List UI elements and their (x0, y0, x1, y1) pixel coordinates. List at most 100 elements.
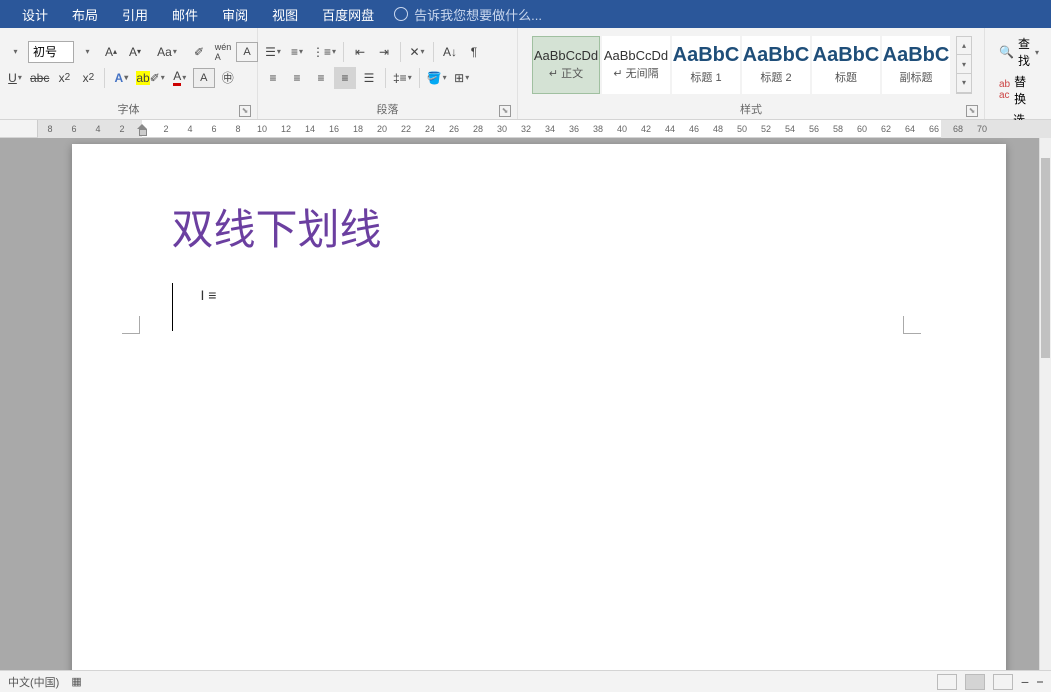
ibeam-icon: I ≡ (201, 287, 217, 303)
ruler-tick: 62 (881, 124, 891, 134)
distribute-button[interactable]: ☰ (358, 67, 380, 89)
crop-mark-tl (122, 316, 140, 334)
tab-selector[interactable] (0, 120, 38, 137)
style-heading1[interactable]: AaBbC标题 1 (672, 36, 740, 94)
ruler-body: 2468101214161820222426283032343638404244… (142, 120, 941, 137)
style-title[interactable]: AaBbC标题 (812, 36, 880, 94)
web-layout-button[interactable] (993, 674, 1013, 690)
tell-me-search[interactable]: 告诉我您想要做什么... (394, 5, 542, 24)
ruler-tick: 2 (163, 124, 168, 134)
ruler-tick: 46 (689, 124, 699, 134)
ruler-tick: 66 (929, 124, 939, 134)
menu-review[interactable]: 审阅 (210, 0, 260, 28)
replace-button[interactable]: abac替换 (997, 72, 1039, 108)
read-mode-button[interactable] (937, 674, 957, 690)
style-heading2[interactable]: AaBbC标题 2 (742, 36, 810, 94)
menu-view[interactable]: 视图 (260, 0, 310, 28)
styles-scroll-up[interactable]: ▴ (957, 37, 971, 56)
ruler-tick: 2 (119, 124, 124, 134)
page[interactable]: 双线下划线 I ≡ (72, 144, 1006, 670)
shading-button[interactable]: 🪣▾ (425, 67, 449, 89)
separator (343, 42, 344, 62)
paragraph-group: ☰▾ ≡▾ ⋮≡▾ ⇤ ⇥ ✕▾ A↓ ¶ ≡ ≡ ≡ ≡ ☰ ‡≡▾ (258, 28, 518, 119)
print-layout-button[interactable] (965, 674, 985, 690)
font-color-button[interactable]: A▾ (169, 67, 191, 89)
zoom-out-button[interactable]: − (1021, 674, 1029, 690)
align-center-button[interactable]: ≡ (286, 67, 308, 89)
font-family-dropdown[interactable]: ▾ (4, 41, 26, 63)
numbering-button[interactable]: ≡▾ (286, 41, 308, 63)
language-status[interactable]: 中文(中国) (8, 674, 59, 690)
font-size-combo[interactable] (28, 41, 74, 63)
macro-icon[interactable]: ▦ (71, 675, 81, 688)
styles-scroll-down[interactable]: ▾ (957, 55, 971, 74)
find-button[interactable]: 🔍查找▾ (997, 34, 1039, 70)
ruler-tick: 48 (713, 124, 723, 134)
editing-group: 🔍查找▾ abac替换 ↖选择▾ 编辑 (985, 28, 1051, 119)
ruler-tick: 6 (211, 124, 216, 134)
menu-layout[interactable]: 布局 (60, 0, 110, 28)
font-dialog-launcher[interactable]: ⬊ (239, 105, 251, 117)
paragraph-group-label: 段落⬊ (262, 99, 513, 119)
ruler-tick: 16 (329, 124, 339, 134)
strikethrough-button[interactable]: abc (28, 67, 51, 89)
menu-references[interactable]: 引用 (110, 0, 160, 28)
underline-button[interactable]: U▾ (4, 67, 26, 89)
zoom-slider[interactable] (1037, 681, 1043, 683)
horizontal-ruler[interactable]: 8 6 4 2 24681012141618202224262830323436… (0, 120, 1051, 138)
style-no-spacing[interactable]: AaBbCcDd↵ 无间隔 (602, 36, 670, 94)
text-effects-button[interactable]: A▾ (110, 67, 132, 89)
subscript-button[interactable]: x2 (53, 67, 75, 89)
document-text[interactable]: 双线下划线 (172, 204, 906, 259)
statusbar: 中文(中国) ▦ − (0, 670, 1051, 692)
character-border-button[interactable]: A (236, 42, 258, 62)
clear-formatting-button[interactable]: ✐ (188, 41, 210, 63)
style-subtitle[interactable]: AaBbC副标题 (882, 36, 950, 94)
menu-mailings[interactable]: 邮件 (160, 0, 210, 28)
document-area: 双线下划线 I ≡ (0, 138, 1051, 670)
ruler-tick: 60 (857, 124, 867, 134)
highlight-button[interactable]: ab✐▾ (134, 67, 166, 89)
align-justify-button[interactable]: ≡ (334, 67, 356, 89)
search-icon: 🔍 (999, 45, 1014, 59)
borders-button[interactable]: ⊞▾ (451, 67, 473, 89)
change-case-button[interactable]: Aa▾ (156, 41, 178, 63)
show-marks-button[interactable]: ¶ (463, 41, 485, 63)
phonetic-guide-button[interactable]: wénA (212, 41, 234, 63)
character-shading-button[interactable]: A (193, 68, 215, 88)
ruler-tick: 4 (187, 124, 192, 134)
align-right-button[interactable]: ≡ (310, 67, 332, 89)
ruler-tick: 42 (641, 124, 651, 134)
multilevel-list-button[interactable]: ⋮≡▾ (310, 41, 338, 63)
grow-font-button[interactable]: A▴ (100, 41, 122, 63)
paragraph-dialog-launcher[interactable]: ⬊ (499, 105, 511, 117)
increase-indent-button[interactable]: ⇥ (373, 41, 395, 63)
separator (433, 42, 434, 62)
ruler-tick: 50 (737, 124, 747, 134)
ruler-tick: 22 (401, 124, 411, 134)
menu-design[interactable]: 设计 (10, 0, 60, 28)
ruler-left-margin: 8 6 4 2 (38, 120, 142, 138)
indent-marker[interactable] (137, 124, 147, 134)
enclose-characters-button[interactable]: ㊥ (217, 67, 239, 89)
asian-layout-button[interactable]: ✕▾ (406, 41, 428, 63)
menubar: 设计 布局 引用 邮件 审阅 视图 百度网盘 告诉我您想要做什么... (0, 0, 1051, 28)
decrease-indent-button[interactable]: ⇤ (349, 41, 371, 63)
ruler-tick: 14 (305, 124, 315, 134)
superscript-button[interactable]: x2 (77, 67, 99, 89)
align-left-button[interactable]: ≡ (262, 67, 284, 89)
separator (400, 42, 401, 62)
styles-group-label: 样式⬊ (522, 99, 980, 119)
font-size-dd[interactable]: ▾ (76, 41, 98, 63)
bullets-button[interactable]: ☰▾ (262, 41, 284, 63)
scrollbar-thumb[interactable] (1041, 158, 1050, 358)
line-spacing-button[interactable]: ‡≡▾ (391, 67, 414, 89)
shrink-font-button[interactable]: A▾ (124, 41, 146, 63)
sort-button[interactable]: A↓ (439, 41, 461, 63)
vertical-scrollbar[interactable] (1039, 138, 1051, 670)
ruler-tick: 44 (665, 124, 675, 134)
style-normal[interactable]: AaBbCcDd↵ 正文 (532, 36, 600, 94)
menu-baidu-netdisk[interactable]: 百度网盘 (310, 0, 386, 28)
styles-expand[interactable]: ▾ (957, 74, 971, 93)
styles-dialog-launcher[interactable]: ⬊ (966, 105, 978, 117)
